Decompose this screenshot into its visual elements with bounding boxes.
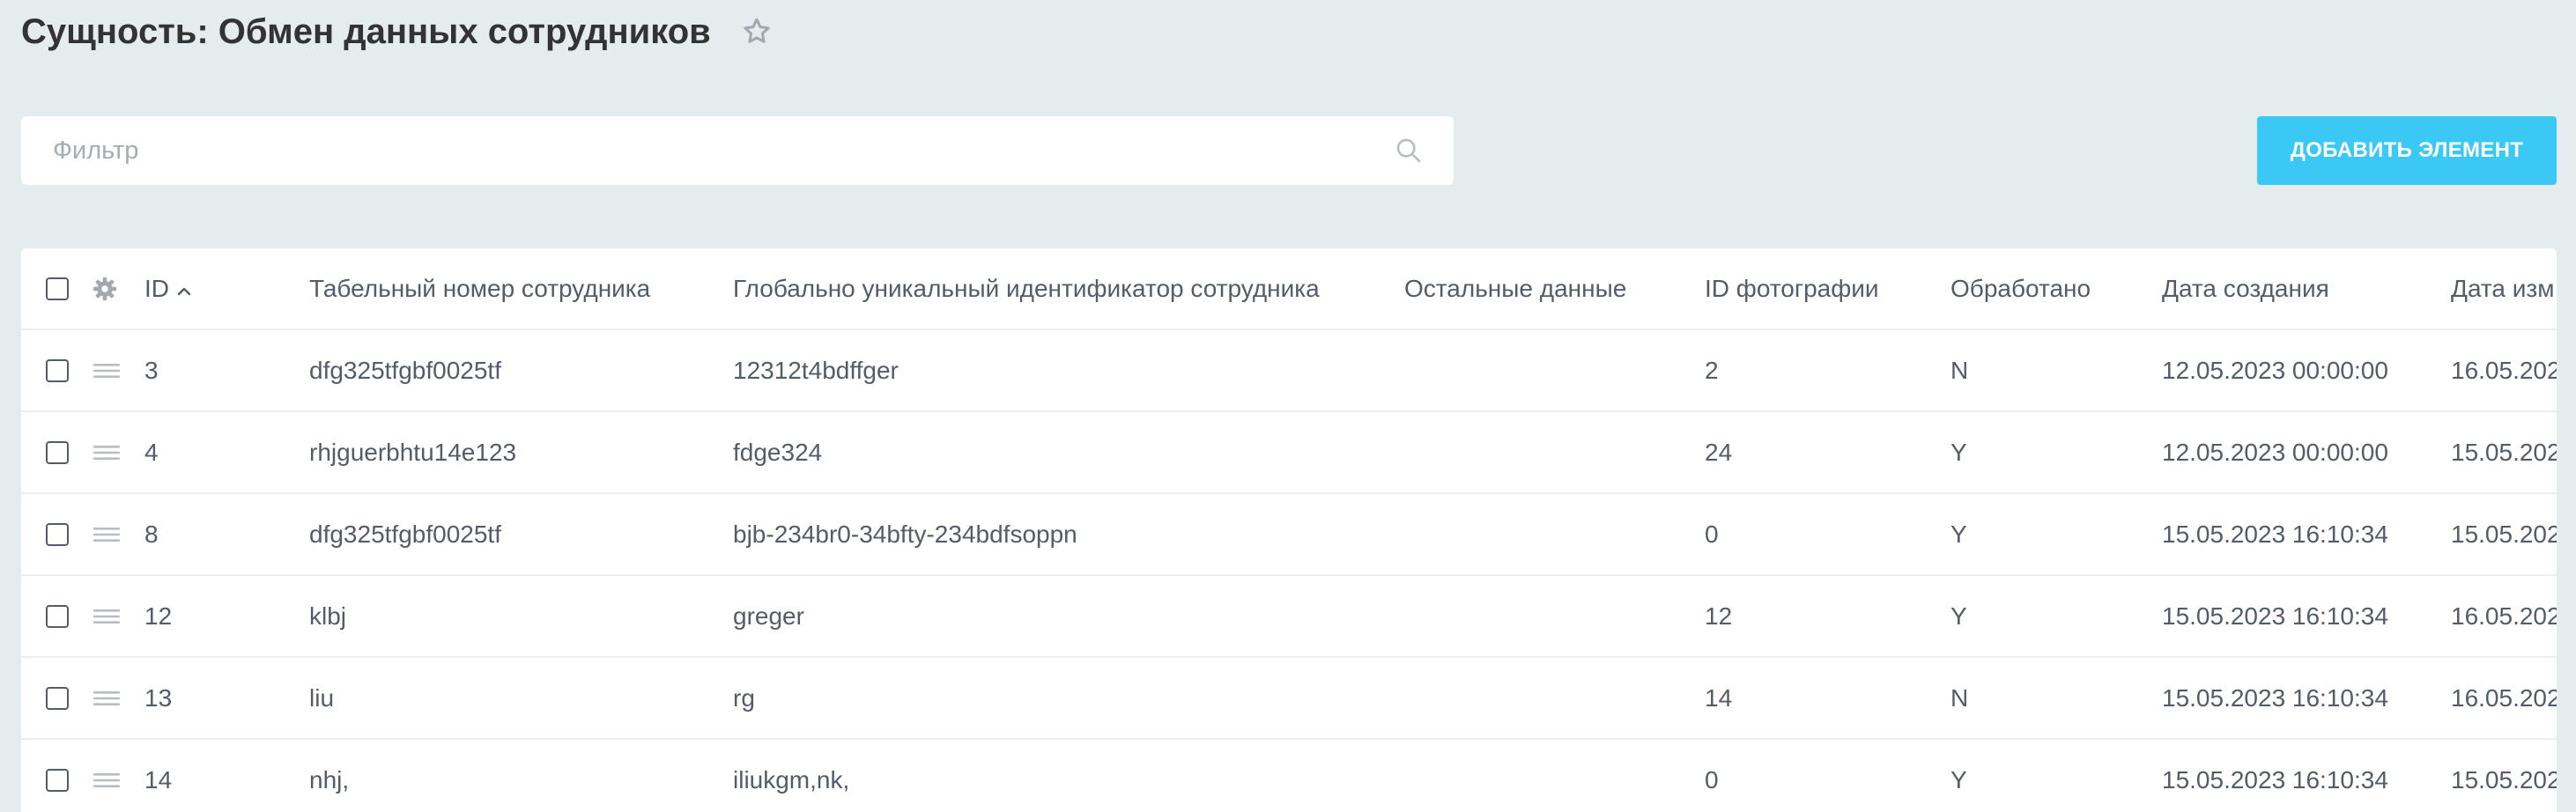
cell-employee-number: liu [309, 683, 335, 712]
cell-guid: bjb-234br0-34bfty-234bdfsoppn [733, 520, 1077, 548]
data-grid: ID Табельный номер сотрудника Глобально … [21, 248, 2557, 812]
cell-id: 3 [144, 356, 159, 384]
cell-processed: N [1951, 356, 1969, 384]
column-header-modified[interactable]: Дата изм [2451, 248, 2555, 328]
cell-created: 15.05.2023 16:10:34 [2162, 683, 2388, 712]
row-checkbox[interactable] [46, 604, 69, 628]
cell-processed: Y [1951, 765, 1967, 794]
row-checkbox[interactable] [46, 358, 69, 382]
table-header: ID Табельный номер сотрудника Глобально … [21, 248, 2557, 330]
column-header-employee-number[interactable]: Табельный номер сотрудника [309, 248, 650, 328]
select-all-cell [46, 248, 69, 328]
drag-handle-icon[interactable] [93, 771, 120, 790]
sort-ascending-icon [176, 275, 192, 303]
column-header-guid[interactable]: Глобально уникальный идентификатор сотру… [733, 248, 1320, 328]
column-header-photo-id[interactable]: ID фотографии [1705, 248, 1879, 328]
cell-processed: Y [1951, 602, 1967, 630]
column-header-created[interactable]: Дата создания [2162, 248, 2329, 328]
table-row[interactable]: 4 rhjguerbhtu14e123 fdge324 24 Y 12.05.2023 0… [21, 412, 2557, 494]
cell-employee-number: nhj, [309, 765, 350, 794]
row-checkbox[interactable] [46, 522, 69, 546]
cell-photo-id: 0 [1705, 520, 1719, 548]
add-element-button[interactable]: ДОБАВИТЬ ЭЛЕМЕНТ [2257, 116, 2557, 185]
cell-guid: greger [733, 602, 804, 630]
cell-employee-number: dfg325tfgbf0025tf [309, 520, 501, 548]
cell-processed: Y [1951, 438, 1967, 466]
cell-photo-id: 14 [1705, 683, 1733, 712]
cell-employee-number: klbj [309, 602, 347, 630]
cell-guid: iliukgm,nk, [733, 765, 850, 794]
filter-bar[interactable] [21, 116, 1454, 185]
row-select-cell [46, 494, 69, 574]
row-select-cell [46, 576, 69, 656]
table-row[interactable]: 14 nhj, iliukgm,nk, 0 Y 15.05.2023 16:10:34 15… [21, 740, 2557, 812]
cell-id: 4 [144, 438, 159, 466]
table-row[interactable]: 13 liu rg 14 N 15.05.2023 16:10:34 16.05.202 [21, 658, 2557, 740]
row-checkbox[interactable] [46, 768, 69, 792]
cell-photo-id: 2 [1705, 356, 1719, 384]
column-header-other-data[interactable]: Остальные данные [1404, 248, 1626, 328]
gear-icon[interactable] [92, 276, 118, 302]
cell-modified: 15.05.202 [2451, 520, 2557, 548]
cell-photo-id: 12 [1705, 602, 1733, 630]
cell-modified: 16.05.202 [2451, 356, 2557, 384]
drag-handle-icon[interactable] [93, 689, 120, 708]
cell-employee-number: dfg325tfgbf0025tf [309, 356, 501, 384]
drag-handle-icon[interactable] [93, 361, 120, 380]
table-row[interactable]: 12 klbj greger 12 Y 15.05.2023 16:10:34 16.05.… [21, 576, 2557, 658]
cell-created: 15.05.2023 16:10:34 [2162, 602, 2388, 630]
row-menu-cell [93, 576, 120, 656]
drag-handle-icon[interactable] [93, 607, 120, 626]
cell-modified: 15.05.202 [2451, 438, 2557, 466]
row-menu-cell [93, 494, 120, 574]
cell-created: 15.05.2023 16:10:34 [2162, 765, 2388, 794]
star-icon[interactable] [741, 16, 773, 48]
row-menu-cell [93, 658, 120, 738]
table-row[interactable]: 8 dfg325tfgbf0025tf bjb-234br0-34bfty-234b… [21, 494, 2557, 576]
cell-created: 12.05.2023 00:00:00 [2162, 438, 2388, 466]
column-header-id[interactable]: ID [144, 248, 192, 328]
cell-employee-number: rhjguerbhtu14e123 [309, 438, 517, 466]
row-menu-cell [93, 412, 120, 492]
cell-modified: 16.05.202 [2451, 602, 2557, 630]
cell-guid: 12312t4bdffger [733, 356, 899, 384]
cell-id: 14 [144, 765, 173, 794]
row-checkbox[interactable] [46, 686, 69, 710]
cell-created: 15.05.2023 16:10:34 [2162, 520, 2388, 548]
row-menu-cell [93, 330, 120, 410]
cell-modified: 16.05.202 [2451, 683, 2557, 712]
select-all-checkbox[interactable] [46, 277, 69, 300]
drag-handle-icon[interactable] [93, 443, 120, 462]
search-icon[interactable] [1394, 136, 1424, 170]
cell-guid: fdge324 [733, 438, 823, 466]
page-title: Сущность: Обмен данных сотрудников [21, 11, 711, 51]
cell-created: 12.05.2023 00:00:00 [2162, 356, 2388, 384]
row-select-cell [46, 740, 69, 812]
row-select-cell [46, 412, 69, 492]
column-header-processed[interactable]: Обработано [1951, 248, 2091, 328]
cell-id: 8 [144, 520, 159, 548]
cell-photo-id: 24 [1705, 438, 1733, 466]
drag-handle-icon[interactable] [93, 525, 120, 544]
cell-id: 13 [144, 683, 173, 712]
settings-cell [92, 248, 118, 328]
page-header: Сущность: Обмен данных сотрудников [21, 7, 773, 56]
cell-processed: Y [1951, 520, 1967, 548]
row-checkbox[interactable] [46, 440, 69, 464]
row-select-cell [46, 330, 69, 410]
row-menu-cell [93, 740, 120, 812]
cell-processed: N [1951, 683, 1969, 712]
table-row[interactable]: 3 dfg325tfgbf0025tf 12312t4bdffger 2 N 12.05.… [21, 330, 2557, 412]
cell-modified: 15.05.202 [2451, 765, 2557, 794]
cell-id: 12 [144, 602, 173, 630]
cell-guid: rg [733, 683, 755, 712]
cell-photo-id: 0 [1705, 765, 1719, 794]
row-select-cell [46, 658, 69, 738]
filter-input[interactable] [51, 135, 1332, 166]
